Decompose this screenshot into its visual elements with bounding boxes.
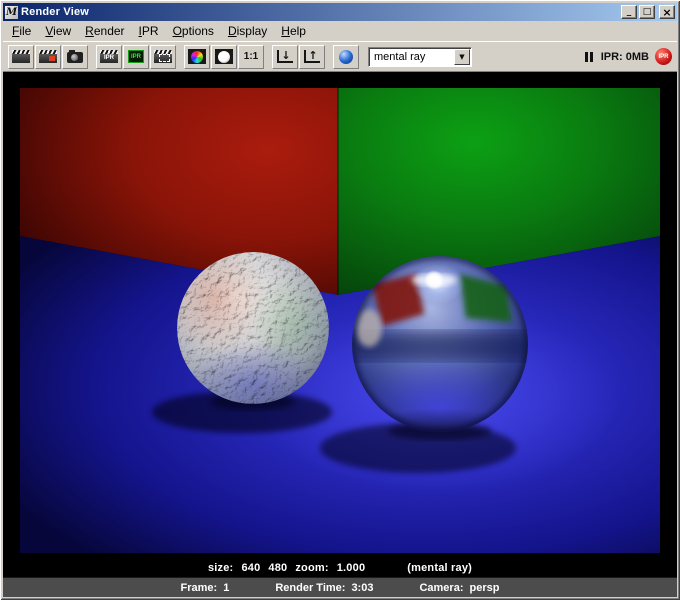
image-info-line: size: 640 480 zoom: 1.000 (mental ray) — [3, 562, 677, 574]
rgb-channels-icon — [191, 50, 203, 63]
remove-image-button[interactable]: ↑ — [299, 44, 325, 69]
camera-value: persp — [469, 581, 500, 594]
menu-help[interactable]: Help — [274, 22, 313, 40]
rgb-channels-button[interactable] — [184, 44, 210, 69]
render-time-value: 3:03 — [351, 581, 374, 594]
image-height-value: 480 — [268, 562, 288, 574]
rendered-image[interactable] — [20, 88, 660, 553]
actual-size-icon: 1:1 — [243, 51, 259, 62]
size-label: size: — [207, 562, 234, 574]
redo-previous-render-icon — [39, 50, 57, 63]
image-width-value: 640 — [241, 562, 261, 574]
ipr-render-button[interactable]: IPR — [96, 44, 122, 69]
window-title: Render View — [21, 6, 90, 18]
menu-view[interactable]: View — [38, 22, 78, 40]
menubar: File View Render IPR Options Display Hel… — [3, 21, 677, 41]
toolbar: IPR IPR 1:1 ↓ ↑ mental ray ▼ IPR: 0MB IP… — [3, 41, 677, 71]
renderer-note: (mental ray) — [407, 562, 473, 574]
renderer-dropdown-value: mental ray — [374, 50, 426, 63]
frame-label: Frame: — [180, 581, 218, 594]
render-time-label: Render Time: — [275, 581, 346, 594]
ipr-memory-label: IPR: 0MB — [600, 50, 649, 63]
render-current-frame-icon — [12, 50, 30, 63]
keep-image-icon: ↓ — [277, 50, 293, 63]
render-panel: size: 640 480 zoom: 1.000 (mental ray) — [3, 71, 677, 577]
render-current-frame-button[interactable] — [8, 44, 34, 69]
render-view-window: M Render View _ □ × File View Render IPR… — [0, 0, 680, 600]
render-scene — [20, 88, 660, 553]
zoom-value: 1.000 — [336, 562, 366, 574]
chevron-down-icon[interactable]: ▼ — [454, 48, 470, 65]
ipr-refresh-icon: IPR — [128, 50, 144, 63]
ipr-badge-button[interactable]: IPR — [655, 48, 672, 65]
minimize-button[interactable]: _ — [621, 5, 637, 19]
camera-label: Camera: — [419, 581, 464, 594]
render-status-bar: Frame: 1 Render Time: 3:03 Camera: persp — [3, 577, 677, 597]
maya-app-icon: M — [5, 5, 18, 19]
ipr-render-icon: IPR — [100, 50, 118, 63]
render-settings-button[interactable] — [333, 44, 359, 69]
titlebar[interactable]: M Render View _ □ × — [3, 3, 677, 21]
menu-render[interactable]: Render — [78, 22, 131, 40]
snapshot-button[interactable] — [62, 44, 88, 69]
menu-file[interactable]: File — [5, 22, 38, 40]
region-render-icon — [154, 50, 172, 63]
maximize-button[interactable]: □ — [639, 5, 655, 19]
menu-display[interactable]: Display — [221, 22, 274, 40]
alpha-channel-icon — [218, 50, 230, 63]
alpha-channel-button[interactable] — [211, 44, 237, 69]
keep-image-button[interactable]: ↓ — [272, 44, 298, 69]
menu-options[interactable]: Options — [166, 22, 221, 40]
snapshot-camera-icon — [67, 50, 83, 63]
actual-size-button[interactable]: 1:1 — [238, 44, 264, 69]
zoom-label: zoom: — [295, 562, 329, 574]
frame-value: 1 — [223, 581, 230, 594]
renderer-dropdown[interactable]: mental ray ▼ — [368, 46, 472, 67]
close-button[interactable]: × — [659, 5, 675, 19]
render-settings-icon — [339, 49, 353, 64]
menu-ipr[interactable]: IPR — [132, 22, 166, 40]
refresh-ipr-button[interactable]: IPR — [123, 44, 149, 69]
pause-ipr-icon[interactable] — [583, 50, 595, 64]
remove-image-icon: ↑ — [304, 50, 320, 63]
region-render-button[interactable] — [150, 44, 176, 69]
redo-previous-render-button[interactable] — [35, 44, 61, 69]
